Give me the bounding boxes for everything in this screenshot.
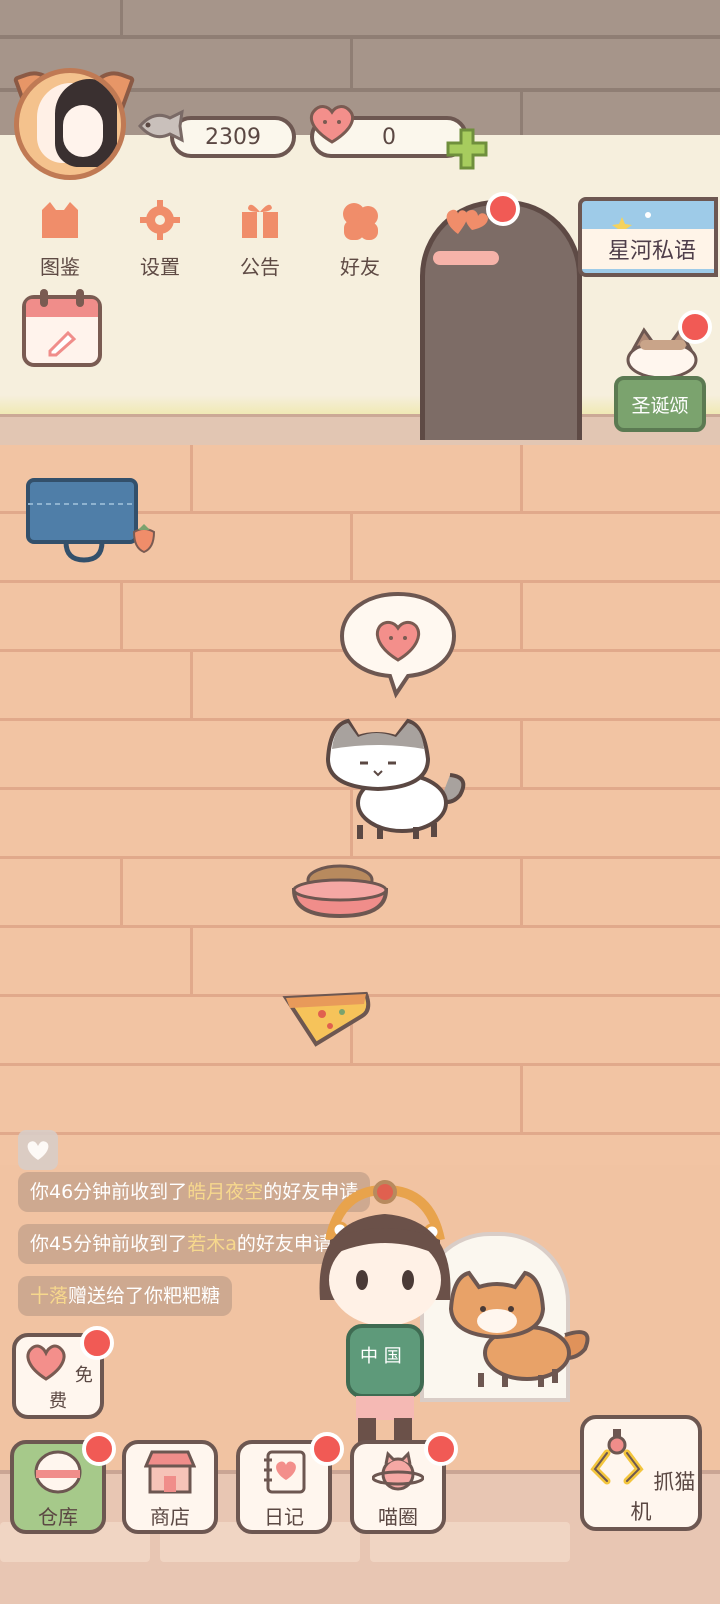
diary-label: 日记 <box>264 1505 304 1529</box>
event-label-bar <box>433 251 499 265</box>
chat-message: 十落赠送给了你粑粑糖 <box>18 1276 233 1316</box>
add-hearts-button[interactable] <box>444 126 490 172</box>
hearts-icon <box>446 209 488 234</box>
chat-username[interactable]: 十落 <box>30 1285 68 1307</box>
nav-label: 图鉴 <box>40 255 80 279</box>
nav-settings[interactable]: 设置 <box>116 200 204 280</box>
cat-head-icon <box>42 202 78 238</box>
food-bowl[interactable] <box>290 860 390 920</box>
shop-icon <box>143 1450 197 1494</box>
notification-badge <box>678 310 712 344</box>
speech-bubble-heart[interactable] <box>338 590 458 700</box>
diary-icon <box>264 1450 306 1494</box>
chat-username[interactable]: 皓月夜空 <box>187 1181 263 1203</box>
orange-cat[interactable] <box>445 1265 595 1393</box>
claw-icon <box>590 1429 644 1485</box>
notification-badge <box>486 192 520 226</box>
nav-friends[interactable]: 好友 <box>316 200 404 280</box>
nav-atlas[interactable]: 图鉴 <box>16 200 104 280</box>
heart-icon <box>26 1344 66 1381</box>
fish-count: 2309 <box>205 124 261 150</box>
christmas-carol-button[interactable]: 圣诞颂 <box>614 376 706 432</box>
strawberry-icon <box>132 524 156 554</box>
nav-notice[interactable]: 公告 <box>216 200 304 280</box>
warehouse-label: 仓库 <box>38 1505 78 1529</box>
storage-icon <box>34 1450 82 1494</box>
notification-badge <box>82 1432 116 1466</box>
heart-icon <box>309 105 355 144</box>
pencil-icon <box>48 330 77 357</box>
baseboard <box>0 414 720 448</box>
grey-white-cat[interactable] <box>320 715 470 845</box>
shop-button[interactable]: 商店 <box>122 1440 218 1534</box>
chat-username[interactable]: 若木a <box>187 1233 237 1255</box>
svg-text:中 国: 中 国 <box>360 1346 402 1367</box>
banner-label: 星河私语 <box>582 229 714 269</box>
nav-label: 设置 <box>140 255 180 279</box>
claw-machine-button[interactable]: 抓猫机 <box>580 1415 702 1531</box>
heart-count: 0 <box>382 124 396 150</box>
heart-toggle-icon <box>27 1141 49 1160</box>
notification-badge <box>80 1326 114 1360</box>
gift-icon <box>242 204 278 238</box>
blue-bag-item[interactable] <box>26 474 138 564</box>
wall-grass <box>0 395 720 415</box>
shop-label: 商店 <box>150 1505 190 1529</box>
notification-badge <box>310 1432 344 1466</box>
nav-label: 好友 <box>340 255 380 279</box>
chat-message: 你45分钟前收到了若木a的好友申请 <box>18 1224 344 1264</box>
pizza-slice[interactable] <box>282 990 372 1048</box>
player-avatar[interactable] <box>14 68 126 180</box>
friends-icon <box>343 203 378 240</box>
fish-counter: 2309 <box>170 116 296 158</box>
nav-label: 公告 <box>240 255 280 279</box>
starry-whisper-banner[interactable]: 星河私语 <box>578 197 718 277</box>
daily-checkin-button[interactable] <box>22 289 102 367</box>
christmas-carol-label: 圣诞颂 <box>631 394 689 417</box>
fish-icon <box>138 109 184 143</box>
gear-icon <box>140 200 180 240</box>
chat-toggle-button[interactable] <box>18 1130 58 1170</box>
planet-cat-icon <box>371 1450 425 1491</box>
notification-badge <box>424 1432 458 1466</box>
cat-circle-label: 喵圈 <box>378 1505 418 1529</box>
